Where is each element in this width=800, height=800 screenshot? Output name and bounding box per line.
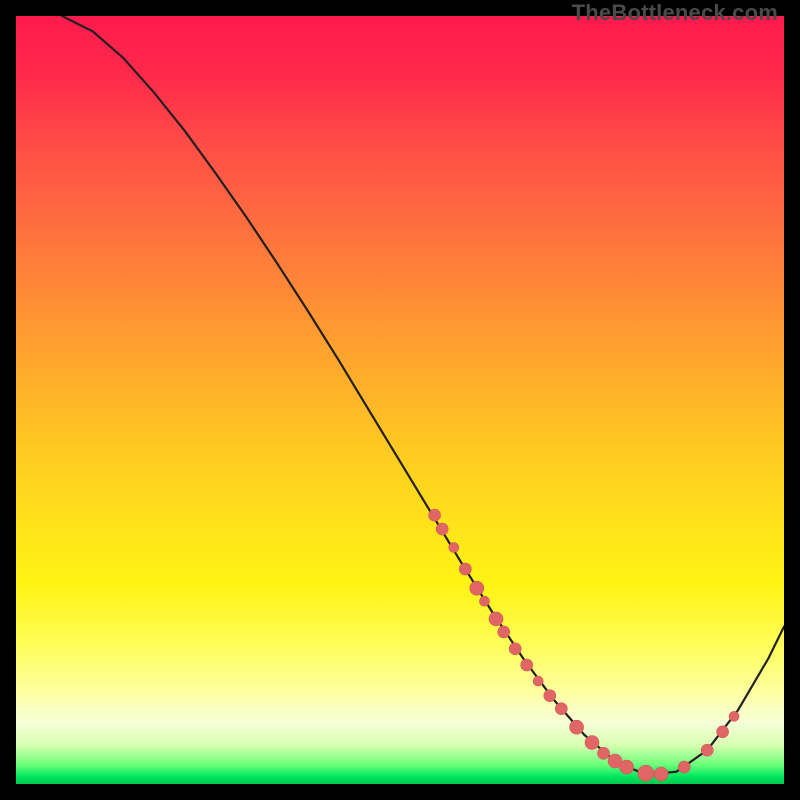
curve-marker [555,703,567,715]
curve-marker [544,690,556,702]
curve-marker [620,760,634,774]
curve-marker [717,726,729,738]
watermark-text: TheBottleneck.com [572,0,778,26]
curve-marker [489,612,503,626]
curve-marker [521,659,533,671]
curve-marker [678,761,690,773]
curve-marker [533,676,543,686]
curve-marker [654,767,668,781]
curve-marker [436,523,448,535]
curve-marker [509,643,521,655]
chart-svg [16,16,784,784]
bottleneck-curve [62,16,784,775]
curve-marker [459,563,471,575]
curve-marker [570,720,584,734]
curve-marker [585,736,599,750]
curve-marker [470,581,484,595]
curve-marker [449,543,459,553]
curve-marker [429,509,441,521]
curve-marker [701,744,713,756]
curve-markers [429,509,739,781]
curve-marker [480,596,490,606]
curve-marker [598,747,610,759]
chart-frame [16,16,784,784]
curve-marker [729,711,739,721]
curve-marker [608,754,622,768]
curve-marker [638,765,654,781]
curve-marker [498,626,510,638]
